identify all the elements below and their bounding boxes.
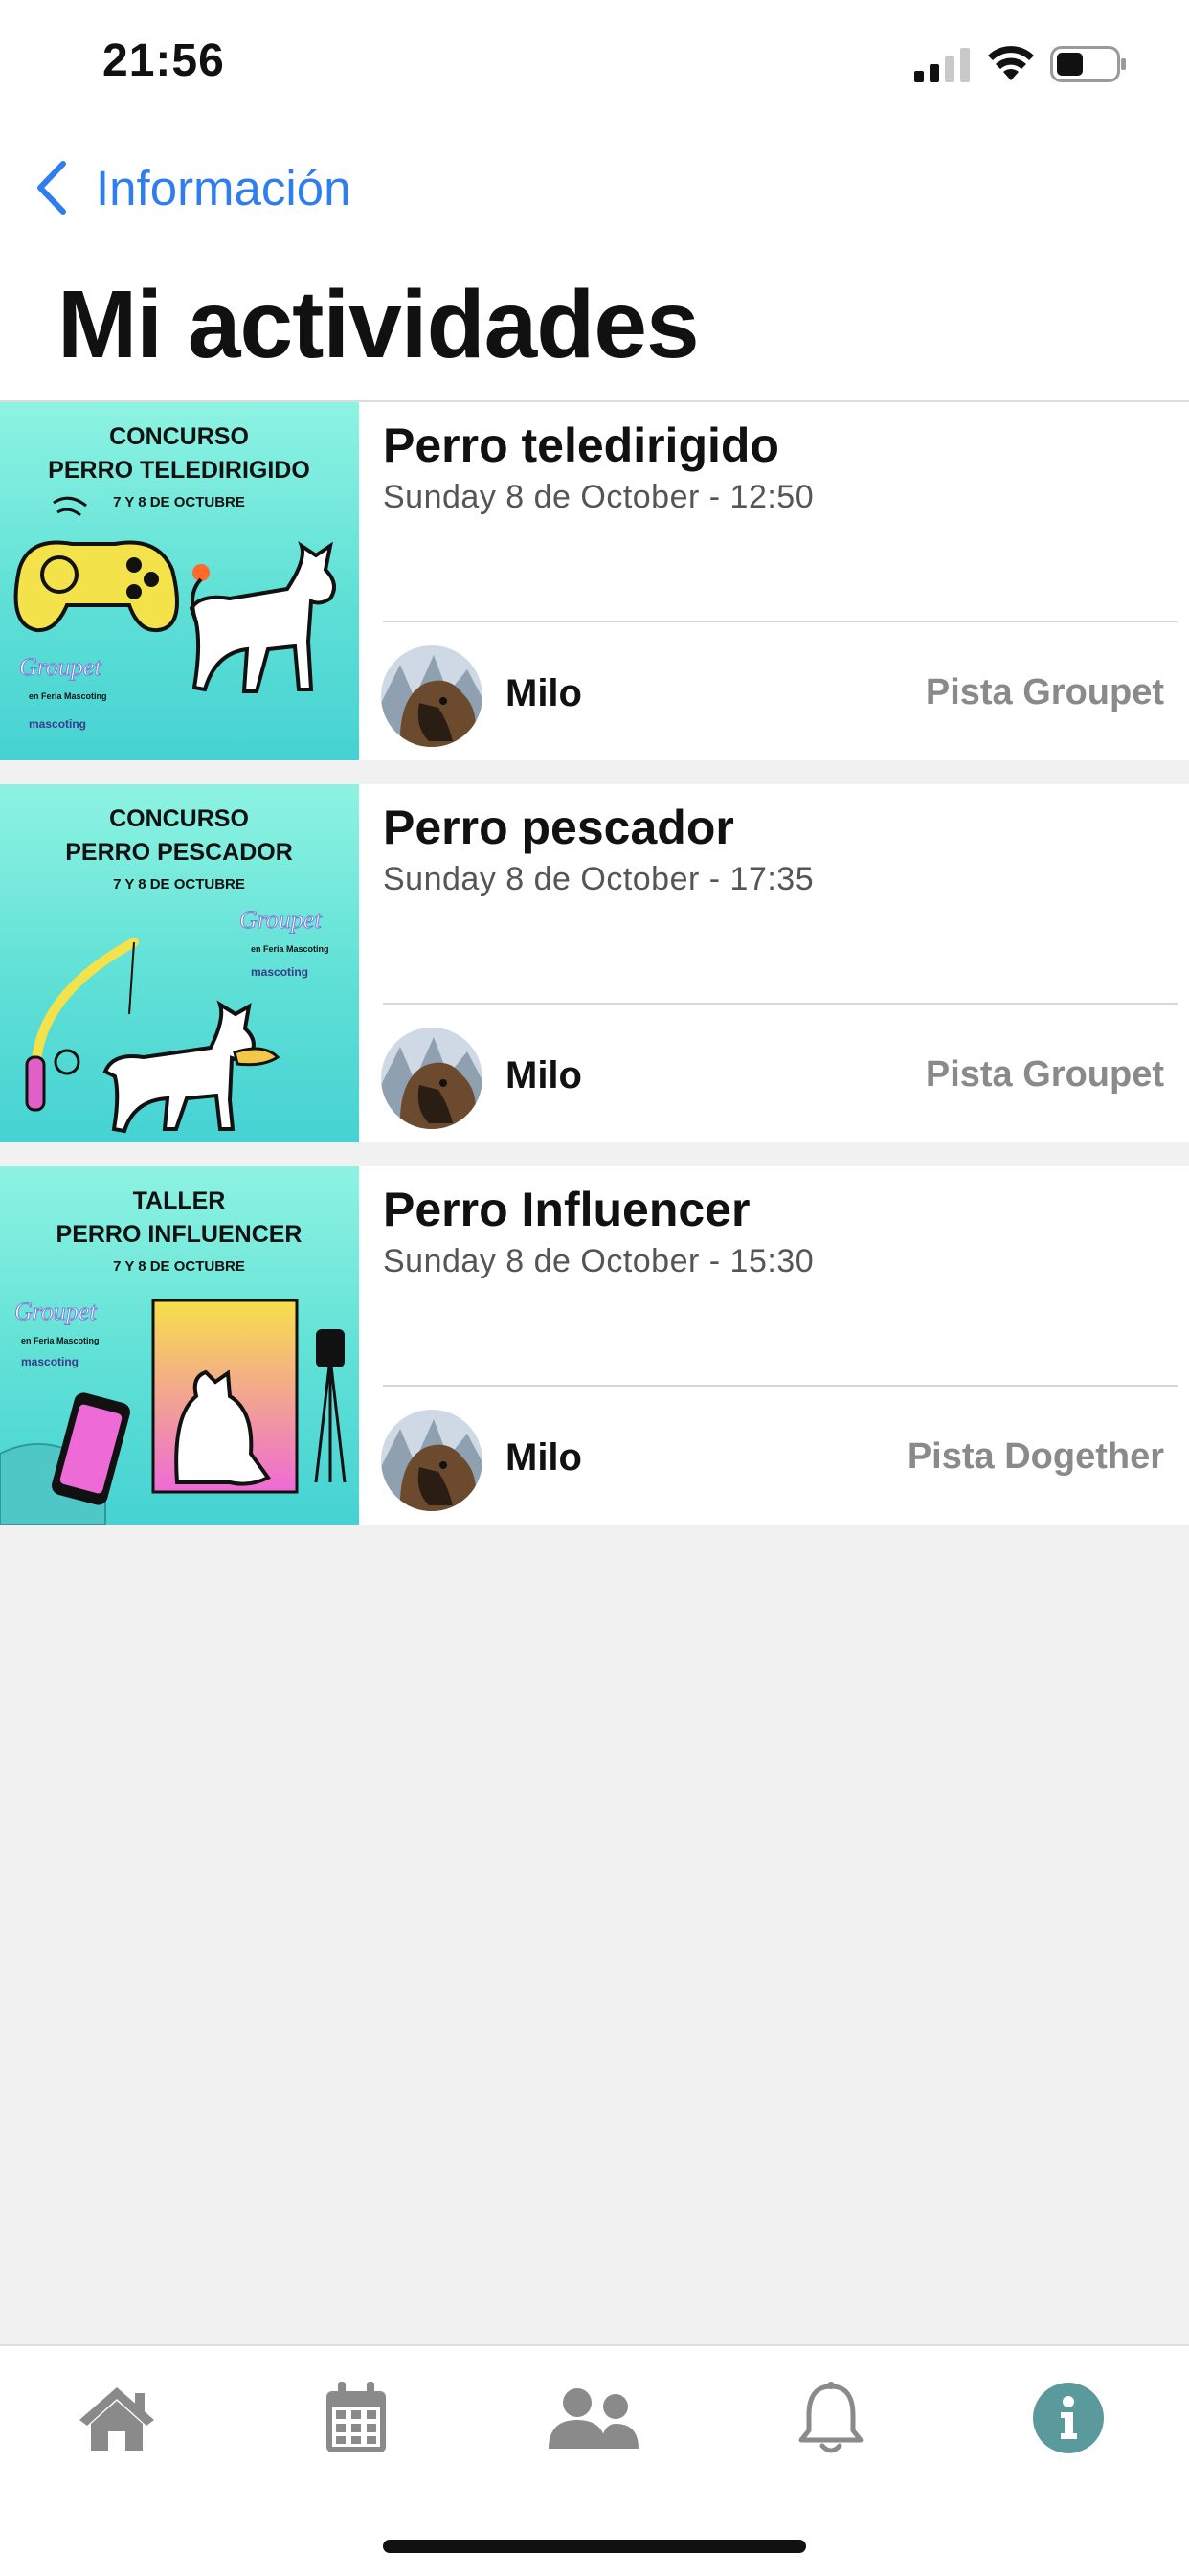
activity-datetime: Sunday 8 de October - 12:50 xyxy=(383,479,815,515)
status-bar: 21:56 xyxy=(0,0,1189,134)
pet-name: Milo xyxy=(505,1054,582,1096)
back-button[interactable]: Información xyxy=(34,153,350,222)
battery-icon xyxy=(1050,46,1126,82)
pet-name: Milo xyxy=(505,1436,582,1479)
poster-name: PERRO TELEDIRIGIDO xyxy=(48,457,310,484)
activity-place: Pista Groupet xyxy=(925,1054,1164,1095)
bell-icon xyxy=(798,2382,864,2453)
chevron-left-icon xyxy=(37,161,66,215)
back-label: Información xyxy=(96,160,351,215)
activity-title: Perro pescador xyxy=(383,801,734,854)
page-title: Mi actividades xyxy=(57,271,700,378)
activity-datetime: Sunday 8 de October - 17:35 xyxy=(383,861,815,897)
calendar-icon xyxy=(326,2382,386,2452)
status-time: 21:56 xyxy=(102,35,225,86)
poster-name: PERRO INFLUENCER xyxy=(56,1221,303,1248)
tab-calendar[interactable] xyxy=(303,2375,409,2461)
home-indicator[interactable] xyxy=(383,2540,806,2553)
activity-card[interactable]: CONCURSO PERRO PESCADOR 7 Y 8 DE OCTUBRE… xyxy=(0,784,1189,1142)
activity-datetime: Sunday 8 de October - 15:30 xyxy=(383,1243,815,1279)
activity-card[interactable]: TALLER PERRO INFLUENCER 7 Y 8 DE OCTUBRE… xyxy=(0,1166,1189,1525)
poster-dates: 7 Y 8 DE OCTUBRE xyxy=(113,876,245,893)
poster-dates: 7 Y 8 DE OCTUBRE xyxy=(113,1258,245,1275)
tab-home[interactable] xyxy=(64,2375,169,2461)
activity-poster: TALLER PERRO INFLUENCER 7 Y 8 DE OCTUBRE… xyxy=(0,1166,359,1525)
card-divider xyxy=(383,1003,1178,1005)
users-icon xyxy=(549,2388,639,2449)
poster-sponsor: mascoting xyxy=(21,1355,79,1368)
poster-kind: TALLER xyxy=(133,1187,226,1214)
tab-info[interactable] xyxy=(1016,2375,1121,2461)
poster-subtitle: en Feria Mascoting xyxy=(29,691,107,701)
activity-place: Pista Dogether xyxy=(907,1436,1164,1477)
poster-logo: Groupet xyxy=(19,653,101,681)
cellular-signal-icon xyxy=(914,48,970,82)
pet-avatar xyxy=(381,645,482,747)
poster-name: PERRO PESCADOR xyxy=(65,839,293,866)
card-divider xyxy=(383,621,1178,622)
poster-logo: Groupet xyxy=(14,1298,97,1325)
wifi-icon xyxy=(988,46,1034,80)
poster-logo: Groupet xyxy=(239,906,322,934)
pet-avatar xyxy=(381,1028,482,1129)
pet-name: Milo xyxy=(505,672,582,714)
info-icon xyxy=(1033,2383,1104,2453)
activity-place: Pista Groupet xyxy=(925,672,1164,712)
activity-card[interactable]: CONCURSO PERRO TELEDIRIGIDO 7 Y 8 DE OCT… xyxy=(0,402,1189,760)
poster-kind: CONCURSO xyxy=(109,423,249,450)
tab-community[interactable] xyxy=(541,2375,646,2461)
activity-poster: CONCURSO PERRO TELEDIRIGIDO 7 Y 8 DE OCT… xyxy=(0,402,359,760)
poster-sponsor: mascoting xyxy=(251,965,308,979)
poster-subtitle: en Feria Mascoting xyxy=(21,1336,100,1345)
poster-dates: 7 Y 8 DE OCTUBRE xyxy=(113,494,245,510)
home-icon xyxy=(79,2387,154,2451)
card-divider xyxy=(383,1385,1178,1387)
poster-subtitle: en Feria Mascoting xyxy=(251,944,329,954)
poster-sponsor: mascoting xyxy=(29,717,86,731)
pet-avatar xyxy=(381,1410,482,1511)
poster-kind: CONCURSO xyxy=(109,805,249,832)
activity-poster: CONCURSO PERRO PESCADOR 7 Y 8 DE OCTUBRE… xyxy=(0,784,359,1142)
activity-title: Perro Influencer xyxy=(383,1183,751,1236)
activity-title: Perro teledirigido xyxy=(383,418,779,472)
tab-notifications[interactable] xyxy=(778,2375,884,2461)
